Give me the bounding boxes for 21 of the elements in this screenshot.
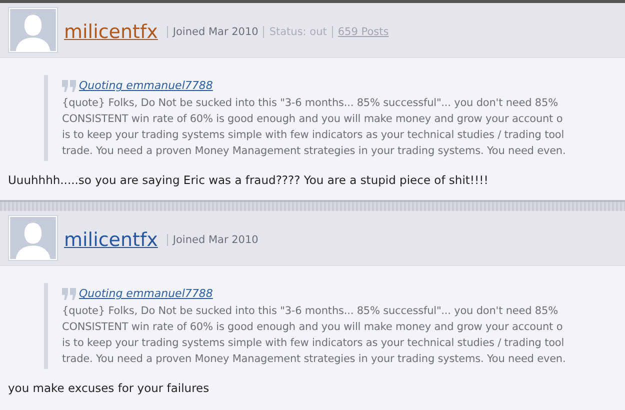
join-date: Joined Mar 2010 <box>172 26 258 38</box>
quote-icon <box>62 80 76 92</box>
quote-text-line: is to keep your trading systems simple with few indicators as your technical studies / trading tool <box>62 336 566 351</box>
username-link[interactable]: milicentfx <box>64 229 158 251</box>
quote-text-line: trade. You need a proven Money Management strategies in your trading systems. You need even. <box>62 144 567 159</box>
avatar-icon[interactable] <box>8 7 58 53</box>
quote-text-line: CONSISTENT win rate of 60% is good enough and you will make money and grow your account o <box>62 320 564 335</box>
status-text: Status: out <box>269 26 327 38</box>
join-date: Joined Mar 2010 <box>172 234 258 246</box>
username-link[interactable]: milicentfx <box>64 21 158 43</box>
quote-text-line: trade. You need a proven Money Management strategies in your trading systems. You need even. <box>62 352 567 367</box>
quote-source-link[interactable]: Quoting emmanuel7788 <box>79 79 213 92</box>
post-text: Uuuhhhh.....so you are saying Eric was a fraud???? You are a stupid piece of shit!!!! <box>8 173 490 187</box>
quote-text-line: {quote} Folks, Do Not be sucked into this "3-6 months... 85% successful"... you don't need 85% <box>62 96 559 111</box>
quote-text-line: {quote} Folks, Do Not be sucked into this "3-6 months... 85% successful"... you don't need 85% <box>62 304 559 319</box>
avatar-icon[interactable] <box>8 215 58 261</box>
quote-text-line: is to keep your trading systems simple with few indicators as your technical studies / trading tool <box>62 128 566 143</box>
post-text: you make excuses for your failures <box>8 381 210 395</box>
quote-icon <box>62 288 76 300</box>
quote-source-link[interactable]: Quoting emmanuel7788 <box>79 287 213 300</box>
quote-text-line: CONSISTENT win rate of 60% is good enough and you will make money and grow your account o <box>62 112 564 127</box>
